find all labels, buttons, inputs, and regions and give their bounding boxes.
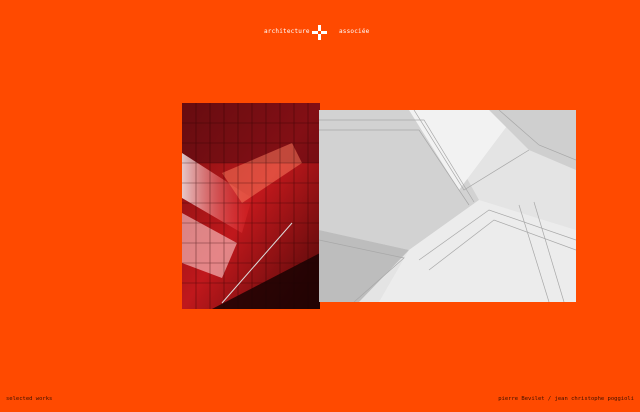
cross-pinwheel-icon[interactable] <box>312 25 327 40</box>
architecture-link[interactable]: architecture <box>264 28 310 35</box>
site-header: architecture associée <box>0 25 640 41</box>
selected-works-link[interactable]: selected works <box>6 396 52 402</box>
page: architecture associée selected works pie… <box>0 0 640 412</box>
folded-ceiling-photo[interactable] <box>319 110 576 302</box>
associee-link[interactable]: associée <box>339 28 370 35</box>
staircase-photo[interactable] <box>182 103 320 309</box>
founders-link[interactable]: pierre Bevilet / jean christophe poggiol… <box>498 396 634 402</box>
